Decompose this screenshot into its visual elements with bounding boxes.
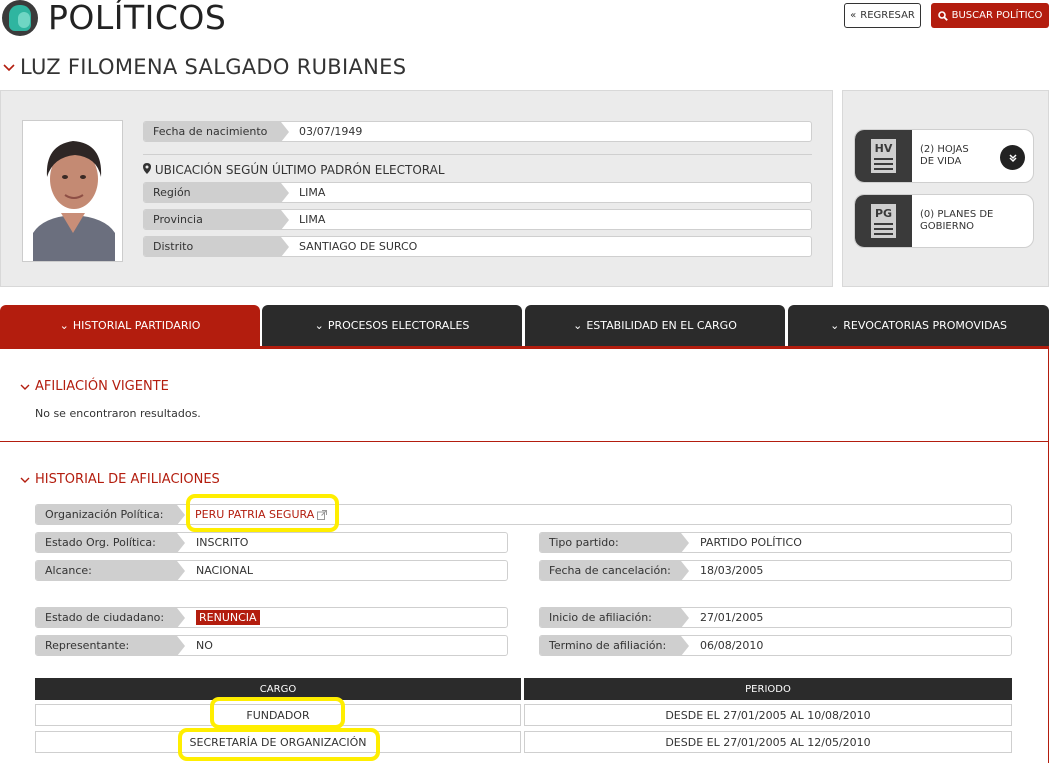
back-button-label: REGRESAR	[860, 10, 915, 21]
tab-label: PROCESOS ELECTORALES	[327, 319, 470, 332]
chevron-down-icon: ⌄	[573, 319, 583, 332]
search-button-label: BUSCAR POLÍTICO	[951, 10, 1043, 21]
chevron-down-icon	[20, 384, 30, 390]
highlight-annotation	[210, 697, 345, 729]
tab-procesos-electorales[interactable]: ⌄ PROCESOS ELECTORALES	[262, 305, 522, 346]
district-label: Distrito	[144, 237, 289, 256]
inicio-afiliacion-label: Inicio de afiliación:	[540, 608, 689, 627]
document-hv-code: HV	[874, 142, 893, 155]
resume-label-line1: (2) HOJAS	[920, 144, 969, 155]
tab-estabilidad-en-el-cargo[interactable]: ⌄ ESTABILIDAD EN EL CARGO	[525, 305, 785, 346]
termino-afiliacion-field: Termino de afiliación: 06/08/2010	[539, 635, 1012, 656]
region-field: Región LIMA	[143, 182, 812, 203]
documents-panel	[842, 90, 1049, 287]
inicio-afiliacion-value: 27/01/2005	[700, 611, 764, 624]
fecha-cancelacion-field: Fecha de cancelación: 18/03/2005	[539, 560, 1012, 581]
government-plans-label: (0) PLANES DE GOBIERNO	[920, 195, 1000, 247]
province-value: LIMA	[299, 213, 326, 226]
province-field: Provincia LIMA	[143, 209, 812, 230]
region-label: Región	[144, 183, 289, 202]
highlight-annotation	[178, 728, 380, 761]
tipo-partido-value: PARTIDO POLÍTICO	[700, 536, 802, 549]
location-title-text: UBICACIÓN SEGÚN ÚLTIMO PADRÓN ELECTORAL	[154, 163, 445, 177]
table-cell-periodo: DESDE EL 27/01/2005 AL 10/08/2010	[524, 704, 1012, 726]
section-title: HISTORIAL DE AFILIACIONES	[35, 472, 220, 487]
divider	[143, 154, 812, 155]
representante-value: NO	[196, 639, 213, 652]
search-icon	[937, 10, 948, 21]
section-divider	[0, 441, 1049, 442]
district-field: Distrito SANTIAGO DE SURCO	[143, 236, 812, 257]
resume-documents-label: (2) HOJAS DE VIDA	[920, 130, 1000, 182]
province-label: Provincia	[144, 210, 289, 229]
representante-label: Representante:	[36, 636, 185, 655]
chevron-down-icon: ⌄	[314, 319, 324, 332]
resume-documents-card[interactable]: HV (2) HOJAS DE VIDA	[854, 129, 1034, 183]
table-header-periodo: PERIODO	[524, 678, 1012, 700]
tab-label: ESTABILIDAD EN EL CARGO	[586, 319, 737, 332]
highlight-annotation	[186, 494, 339, 532]
tab-label: HISTORIAL PARTIDARIO	[72, 319, 201, 332]
document-pg-code: PG	[874, 207, 893, 220]
tipo-partido-label: Tipo partido:	[540, 533, 689, 552]
double-chevron-left-icon: «	[850, 10, 857, 21]
document-pg-icon: PG	[855, 195, 912, 247]
document-hv-icon: HV	[855, 130, 912, 182]
fecha-cancelacion-value: 18/03/2005	[700, 564, 764, 577]
termino-afiliacion-label: Termino de afiliación:	[540, 636, 689, 655]
estado-ciudadano-value: RENUNCIA	[196, 608, 260, 627]
person-photo	[22, 120, 123, 262]
section-title: AFILIACIÓN VIGENTE	[35, 379, 169, 394]
tab-historial-partidario[interactable]: ⌄ HISTORIAL PARTIDARIO	[0, 305, 260, 346]
tab-revocatorias-promovidas[interactable]: ⌄ REVOCATORIAS PROMOVIDAS	[788, 305, 1049, 346]
back-button[interactable]: « REGRESAR	[844, 3, 921, 28]
location-title: UBICACIÓN SEGÚN ÚLTIMO PADRÓN ELECTORAL	[143, 163, 445, 177]
plans-label-line2: GOBIERNO	[920, 221, 975, 232]
historial-afiliaciones-header[interactable]: HISTORIAL DE AFILIACIONES	[20, 472, 220, 487]
representante-field: Representante: NO	[35, 635, 508, 656]
estado-ciudadano-label: Estado de ciudadano:	[36, 608, 185, 627]
inicio-afiliacion-field: Inicio de afiliación: 27/01/2005	[539, 607, 1012, 628]
page-title: POLÍTICOS	[48, 0, 227, 37]
collapse-chevron-icon[interactable]	[2, 55, 16, 85]
expand-chevron-icon[interactable]	[1000, 145, 1025, 170]
logo-figure-secondary	[18, 12, 30, 28]
tab-label: REVOCATORIAS PROMOVIDAS	[843, 319, 1007, 332]
no-results-message: No se encontraron resultados.	[35, 407, 201, 420]
app-logo	[2, 0, 38, 36]
region-value: LIMA	[299, 186, 326, 199]
resume-label-line2: DE VIDA	[920, 156, 962, 167]
fecha-cancelacion-label: Fecha de cancelación:	[540, 561, 689, 580]
person-name: LUZ FILOMENA SALGADO RUBIANES	[20, 55, 407, 79]
org-politica-label: Organización Política:	[36, 505, 185, 524]
search-politician-button[interactable]: BUSCAR POLÍTICO	[931, 3, 1049, 28]
chevron-down-icon: ⌄	[59, 319, 69, 332]
birth-date-value: 03/07/1949	[299, 125, 363, 138]
birth-date-field: Fecha de nacimiento 03/07/1949	[143, 121, 812, 142]
estado-org-label: Estado Org. Política:	[36, 533, 185, 552]
district-value: SANTIAGO DE SURCO	[299, 240, 418, 253]
termino-afiliacion-value: 06/08/2010	[700, 639, 764, 652]
plans-label-line1: (0) PLANES DE	[920, 209, 994, 220]
estado-ciudadano-field: Estado de ciudadano: RENUNCIA	[35, 607, 508, 628]
alcance-field: Alcance: NACIONAL	[35, 560, 508, 581]
status-badge: RENUNCIA	[196, 610, 260, 625]
table-cell-periodo: DESDE EL 27/01/2005 AL 12/05/2010	[524, 731, 1012, 753]
estado-org-value: INSCRITO	[196, 536, 249, 549]
alcance-value: NACIONAL	[196, 564, 254, 577]
chevron-down-icon	[20, 477, 30, 483]
birth-date-label: Fecha de nacimiento	[144, 122, 289, 141]
estado-org-field: Estado Org. Política: INSCRITO	[35, 532, 508, 553]
afiliacion-vigente-header[interactable]: AFILIACIÓN VIGENTE	[20, 379, 169, 394]
org-politica-field: Organización Política: PERU PATRIA SEGUR…	[35, 504, 1012, 525]
tipo-partido-field: Tipo partido: PARTIDO POLÍTICO	[539, 532, 1012, 553]
chevron-down-icon: ⌄	[830, 319, 840, 332]
alcance-label: Alcance:	[36, 561, 185, 580]
government-plans-card[interactable]: PG (0) PLANES DE GOBIERNO	[854, 194, 1034, 248]
map-pin-icon	[143, 163, 155, 177]
